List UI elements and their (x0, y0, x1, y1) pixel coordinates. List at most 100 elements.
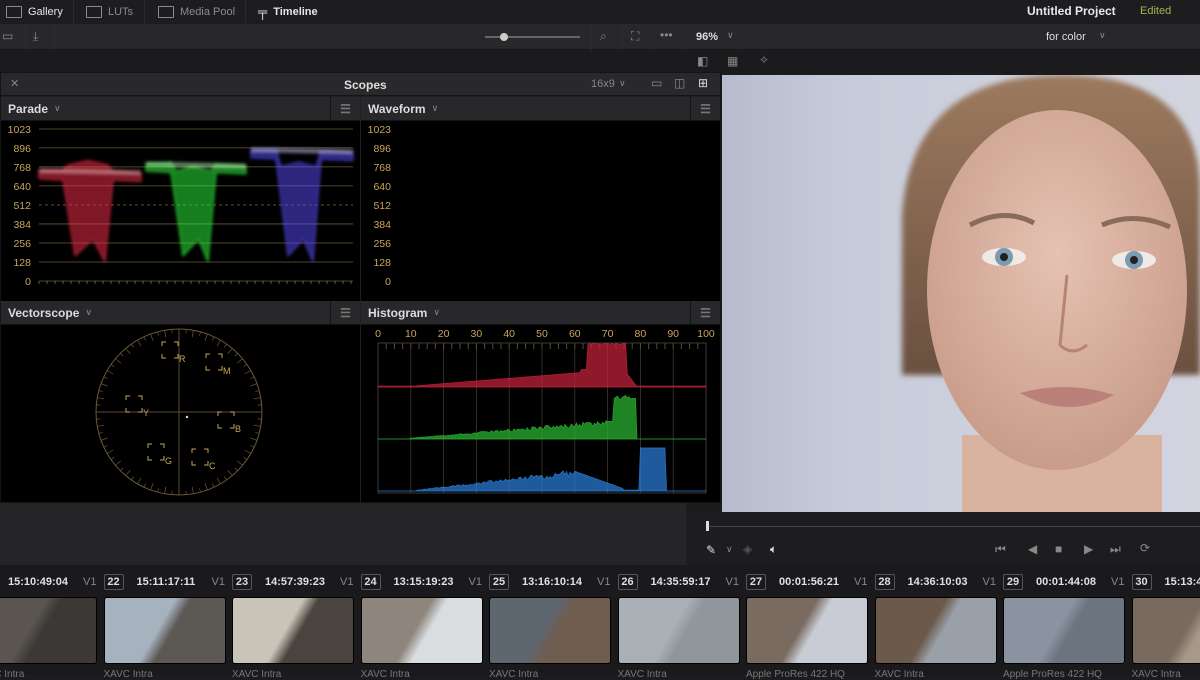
timeline-clip[interactable]: 26 14:35:59:17 V1 XAVC Intra (618, 565, 746, 675)
clip-number: 26 (618, 574, 638, 590)
wave-tick-label: 768 (13, 162, 31, 174)
chevron-down-icon[interactable]: ∨ (432, 103, 439, 114)
red-trace (39, 161, 141, 262)
clip-timecode: 14:35:59:17 (651, 576, 711, 588)
timeline-clip[interactable]: 30 15:13:4 V1 XAVC Intra (1132, 565, 1200, 675)
settings-icon[interactable]: ☰ (330, 301, 360, 325)
tab-timeline[interactable]: ╤Timeline (258, 3, 318, 20)
blue-trace (251, 149, 353, 262)
chevron-down-icon[interactable]: ∨ (433, 307, 440, 318)
clip-thumbnail[interactable] (104, 597, 226, 664)
split-view-icon[interactable]: ◧ (697, 54, 708, 68)
tick-mark (120, 353, 123, 356)
zoom-level[interactable]: 96% (696, 31, 718, 43)
clip-thumbnail[interactable] (618, 597, 740, 664)
clip-thumbnail[interactable] (1132, 597, 1200, 664)
tick-mark (104, 377, 108, 379)
wave-tick-label: 512 (373, 200, 391, 212)
viewer-options-bar: ◧ ▦ ✧ (0, 51, 1200, 73)
skip-to-end-icon[interactable]: ⏭︎ (1110, 542, 1121, 557)
scrubber-track[interactable] (708, 526, 1200, 527)
chevron-down-icon[interactable]: ∨ (1099, 30, 1106, 41)
clip-number: 29 (1003, 574, 1023, 590)
chevron-down-icon[interactable]: ∨ (54, 103, 61, 114)
vector-target-label: B (235, 424, 241, 434)
layers-icon[interactable]: ◈ (743, 542, 752, 556)
hist-tick-label: 90 (667, 328, 679, 340)
more-icon[interactable]: ••• (660, 28, 673, 42)
clip-thumbnail[interactable] (0, 597, 97, 664)
timeline-clip[interactable]: 28 14:36:10:03 V1 XAVC Intra (875, 565, 1003, 675)
timeline-clip[interactable]: 29 00:01:44:08 V1 Apple ProRes 422 HQ (1003, 565, 1131, 675)
tick-mark (250, 438, 257, 440)
clip-thumbnail[interactable] (232, 597, 354, 664)
histogram-header[interactable]: Histogram∨☰ (361, 301, 720, 325)
clip-thumbnail[interactable] (746, 597, 868, 664)
tick-mark (97, 398, 104, 399)
stop-icon[interactable]: ■ (1055, 542, 1062, 556)
timeline-clip[interactable]: 23 14:57:39:23 V1 XAVC Intra (232, 565, 360, 675)
tick-mark (120, 468, 123, 471)
parade-scope: 10238967686405123842561280 (1, 121, 360, 301)
tick-mark (138, 478, 142, 484)
timeline-clip[interactable]: 24 13:15:19:23 V1 XAVC Intra (361, 565, 489, 675)
dual-layout-icon[interactable]: ◫ (674, 76, 685, 90)
skip-to-start-icon[interactable]: ⏮︎ (995, 542, 1006, 557)
zoom-slider-handle[interactable] (500, 33, 508, 41)
clip-thumbnail[interactable] (1003, 597, 1125, 664)
single-layout-icon[interactable]: ▭ (651, 76, 662, 90)
tick-mark (115, 359, 120, 363)
timeline-clip[interactable]: 21 15:10:49:04 V1 XAVC Intra (0, 565, 103, 675)
step-back-icon[interactable]: ◀ (1028, 542, 1037, 556)
wave-tick-label: 0 (25, 276, 31, 288)
chevron-down-icon[interactable]: ∨ (619, 78, 626, 89)
tick-mark (224, 477, 226, 480)
tick-mark (126, 348, 130, 353)
import-icon[interactable]: ⤓ (33, 29, 38, 44)
timeline-clip[interactable]: 25 13:16:10:14 V1 XAVC Intra (489, 565, 617, 675)
loop-icon[interactable]: ⟳ (1140, 541, 1150, 555)
view-mode-select[interactable]: for color (1046, 31, 1086, 43)
vector-target-label: Y (143, 408, 149, 418)
speaker-icon[interactable]: 🔈︎ (770, 542, 777, 557)
quad-layout-icon[interactable]: ⊞ (698, 76, 708, 90)
parade-header[interactable]: Parade∨☰ (1, 97, 360, 121)
play-icon[interactable]: ▶ (1084, 542, 1093, 556)
tab-media-pool[interactable]: Media Pool (158, 3, 235, 20)
clip-number: 27 (746, 574, 766, 590)
clip-thumbnail[interactable] (489, 597, 611, 664)
vector-target-box (162, 342, 178, 358)
playhead[interactable] (706, 521, 709, 531)
transport-bar: ✎ ∨ ◈ 🔈︎ ⏮︎ ◀ ■ ▶ ⏭︎ ⟳ (686, 512, 1200, 565)
tick-mark (192, 487, 193, 494)
chevron-down-icon[interactable]: ∨ (727, 30, 734, 41)
aspect-select[interactable]: 16x9 (591, 78, 615, 90)
layout-icon[interactable]: ▭ (2, 29, 13, 43)
timeline-clip[interactable]: 27 00:01:56:21 V1 Apple ProRes 422 HQ (746, 565, 874, 675)
tick-mark (212, 484, 214, 488)
clip-track: V1 (597, 576, 610, 588)
wave-tick-label: 384 (13, 219, 31, 231)
settings-icon[interactable]: ☰ (690, 97, 720, 121)
timeline-clip[interactable]: 22 15:11:17:11 V1 XAVC Intra (104, 565, 232, 675)
vectorscope-header[interactable]: Vectorscope∨☰ (1, 301, 360, 325)
clip-thumbnail[interactable] (361, 597, 483, 664)
chevron-down-icon[interactable]: ∨ (85, 307, 92, 318)
close-icon[interactable]: ✕ (10, 77, 19, 90)
settings-icon[interactable]: ☰ (690, 301, 720, 325)
fullscreen-icon[interactable]: ⛶ (631, 29, 639, 44)
waveform-header[interactable]: Waveform∨☰ (361, 97, 720, 121)
tick-mark (251, 377, 255, 379)
color-picker-icon[interactable]: ✎ (706, 543, 716, 557)
tick-mark (237, 461, 242, 465)
histogram-panel: Histogram∨☰ 0102030405060708090100 (361, 301, 720, 502)
clip-thumbnail[interactable] (875, 597, 997, 664)
settings-icon[interactable]: ☰ (330, 97, 360, 121)
tab-luts[interactable]: LUTs (86, 3, 133, 20)
tab-gallery[interactable]: Gallery (6, 3, 63, 20)
search-icon[interactable]: ⌕ (600, 29, 607, 44)
chevron-down-icon[interactable]: ∨ (726, 544, 733, 555)
clip-timecode: 00:01:56:21 (779, 576, 839, 588)
magic-wand-icon[interactable]: ✧ (759, 53, 769, 67)
grid-icon[interactable]: ▦ (727, 54, 738, 68)
